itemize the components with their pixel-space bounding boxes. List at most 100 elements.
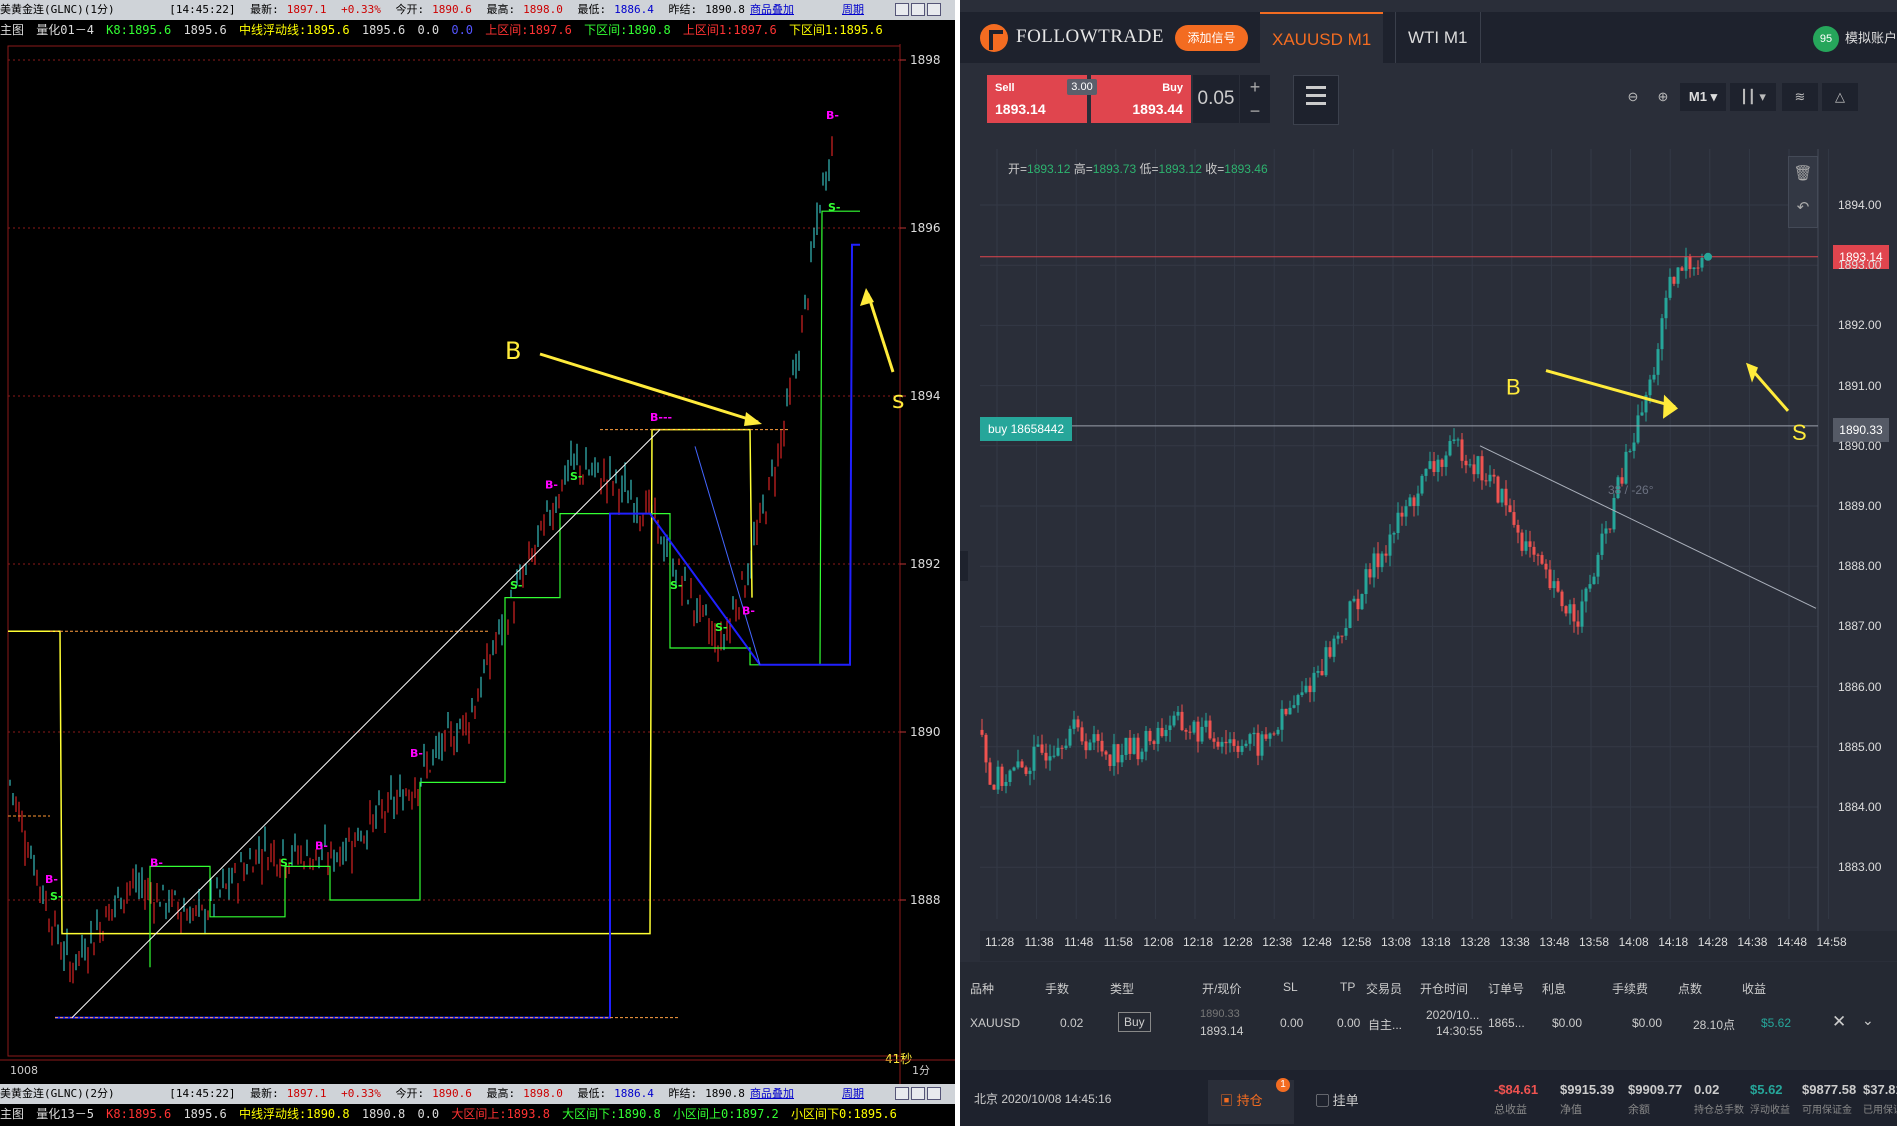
right-candle-body [1468,464,1472,466]
right-candle-body [1144,730,1148,752]
column-header[interactable]: 利息 [1542,980,1566,997]
period-button[interactable]: 周期 [842,2,864,18]
right-candle-body [1268,733,1272,739]
right-candle-body [1472,464,1476,475]
right-candle-body [1080,727,1084,742]
column-header[interactable]: TP [1340,980,1355,994]
lots-stepper[interactable]: + − [1240,75,1270,123]
tab-wti-m1[interactable]: WTI M1 [1395,12,1481,63]
right-candle-body [1068,728,1072,746]
restore-icon[interactable] [895,1087,909,1100]
x-tick-label: 11:58 [1103,935,1133,949]
signal-marker: S- [510,579,523,592]
plus-icon[interactable]: + [1240,75,1270,99]
right-trading-panel: FOLLOWTRADE 添加信号 XAUUSD M1 WTI M1 95 模拟账户… [960,0,1897,1126]
chart-type-select[interactable]: ┃┃ ▾ [1730,83,1776,111]
overlay-button[interactable]: 商品叠加 [750,2,794,18]
drawing-tool-icon[interactable]: △ [1822,83,1858,111]
add-signal-button[interactable]: 添加信号 [1175,25,1248,51]
ohlc-low: 1893.12 [1158,162,1202,176]
expand-row-icon[interactable]: ⌄ [1862,1012,1874,1029]
column-header[interactable]: 开仓时间 [1420,980,1468,997]
column-header[interactable]: 交易员 [1366,980,1402,997]
timeframe-select[interactable]: M1 ▾ [1680,83,1726,111]
maximize-icon[interactable] [911,3,925,16]
tab-xauusd-m1[interactable]: XAUUSD M1 [1260,12,1384,65]
maximize-icon[interactable] [911,1087,925,1100]
pos-tp: 0.00 [1337,1016,1361,1030]
right-candle-body [1132,737,1136,754]
account-indicator[interactable]: 95 模拟账户 [1812,26,1897,52]
left-header-2: 美黄金连(GLNC)(2分) [14:45:22] 最新: 1897.1 +0.3… [0,1084,955,1104]
left-candlestick-chart[interactable]: 1898 1896 1894 1892 1890 1888 B- B- B- B- B- B--- B-… [0,44,955,1084]
y-tick-label: 1893.00 [1838,258,1882,273]
right-candle-body [1008,770,1012,782]
restore-icon[interactable] [895,3,909,16]
column-header[interactable]: 收益 [1742,980,1766,997]
minus-icon[interactable]: − [1240,99,1270,123]
pending-tab[interactable]: ▢ 挂单 [1316,1090,1359,1109]
right-candle-body [1576,621,1580,627]
close-position-icon[interactable]: ✕ [1832,1012,1846,1032]
right-candle-body [1568,604,1572,614]
zoom-in-icon[interactable]: ⊕ [1650,83,1676,111]
right-candle-body [1040,744,1044,753]
x-tick-label: 12:48 [1301,935,1332,949]
right-candle-body [1212,738,1216,742]
close-icon[interactable] [927,1087,941,1100]
column-header[interactable]: 开/现价 [1202,980,1241,997]
trash-icon[interactable]: 🗑 [1789,157,1817,191]
right-candle-body [1532,546,1536,555]
signal-marker: S- [670,579,683,592]
right-candle-body [1116,744,1120,763]
column-header[interactable]: 手数 [1045,980,1069,997]
list-menu-button[interactable] [1293,75,1339,125]
column-header[interactable]: SL [1283,980,1298,994]
latest-label: 最新: [250,3,279,16]
column-header[interactable]: 类型 [1110,980,1134,997]
top-navigation-bar: FOLLOWTRADE 添加信号 XAUUSD M1 WTI M1 95 模拟账户 [960,12,1897,65]
positions-tab-label[interactable]: ▣ 持仓 [1220,1090,1263,1109]
right-candle-body [1516,524,1520,533]
ind2-v3: 0.0 [417,1107,440,1121]
lots-input[interactable]: 0.05 [1193,75,1239,123]
right-candle-body [1136,737,1140,760]
trade-toolbar: Sell 1893.14 Buy 1893.44 3.00 0.05 + − ⊖ … [960,63,1897,141]
right-candle-body [1196,721,1200,742]
close-icon[interactable] [927,3,941,16]
right-candle-body [1084,741,1088,751]
signal-marker: B- [545,478,558,491]
left-y-tick-label: 1892 [910,557,941,571]
right-candle-body [1168,725,1172,730]
ind-v2: 1895.6 [361,23,406,37]
change-value-2: +0.33% [341,1087,381,1100]
overlay-button-2[interactable]: 商品叠加 [750,1086,794,1102]
right-candle-body [980,729,984,735]
balance: $9909.77 [1628,1082,1683,1097]
column-header[interactable]: 订单号 [1488,980,1524,997]
period-button-2[interactable]: 周期 [842,1086,864,1102]
buy-order-tag[interactable]: buy 18658442 [980,417,1072,441]
k8-value-2: K8:1895.6 [106,1107,172,1121]
right-candle-body [1308,685,1312,693]
zoom-out-icon[interactable]: ⊖ [1620,83,1646,111]
right-candle-body [1432,461,1436,473]
left-y-tick-label: 1890 [910,725,941,739]
column-header[interactable]: 手续费 [1612,980,1648,997]
right-candle-body [1572,604,1576,622]
collapse-handle-icon [960,551,968,581]
lower-range-1: 下区间1:1895.6 [788,23,883,37]
undo-icon[interactable]: ↶ [1789,191,1817,225]
indicator-icon[interactable]: ≋ [1782,83,1818,111]
column-header[interactable]: 点数 [1678,980,1702,997]
x-tick-label: 14:18 [1658,935,1689,949]
low-label: 最低: [577,3,607,16]
sell-label: Sell [995,82,1015,94]
column-header[interactable]: 品种 [970,980,994,997]
buy-button[interactable]: Buy 1893.44 [1091,75,1191,123]
left-chart-panel[interactable]: 美黄金连(GLNC)(1分) [14:45:22] 最新: 1897.1 +0.3… [0,0,955,1126]
right-candle-body [1504,488,1508,506]
right-candlestick-chart[interactable]: 38 / -26° B S [960,141,1897,962]
right-candle-body [1088,742,1092,751]
pos-lots: 0.02 [1060,1016,1084,1030]
